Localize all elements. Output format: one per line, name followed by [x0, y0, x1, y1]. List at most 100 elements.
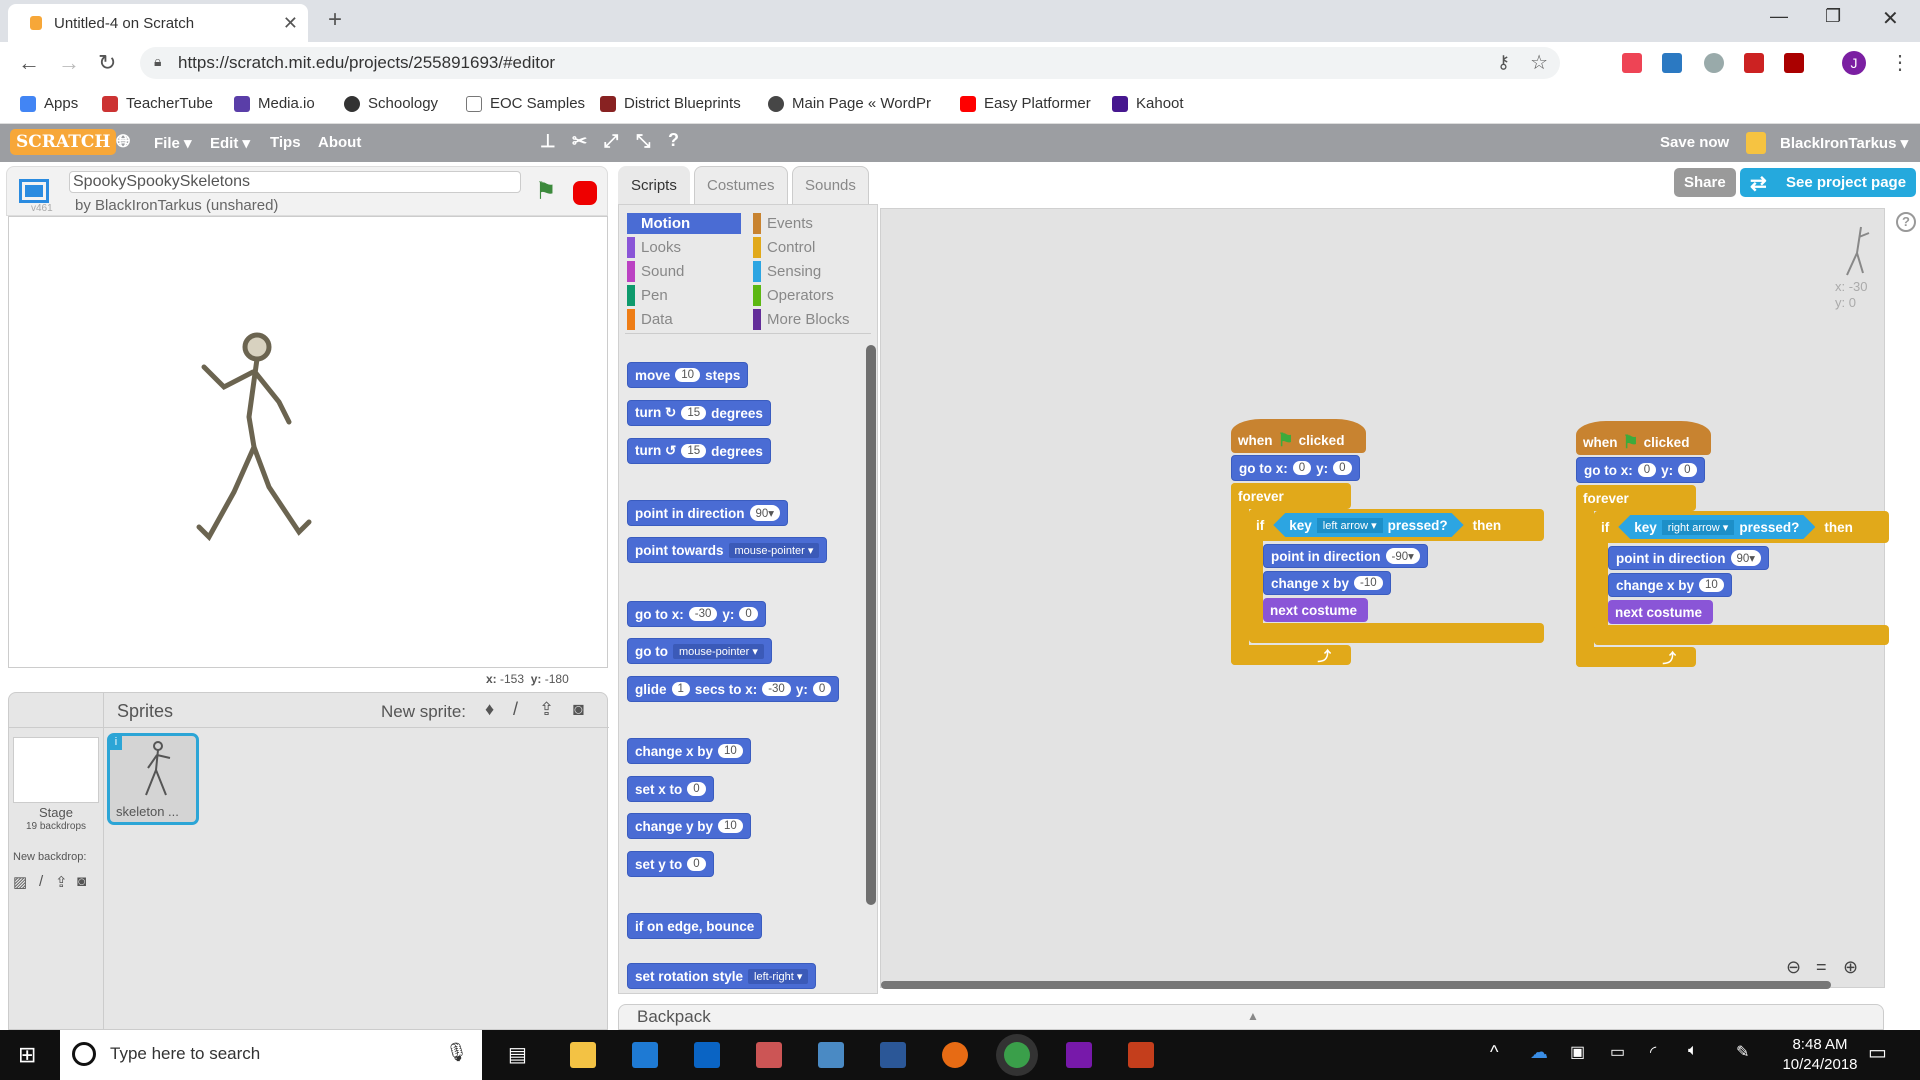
palette-block[interactable]: set y to 0 [627, 851, 714, 877]
paint-backdrop-icon[interactable]: / [39, 873, 43, 890]
category-sound[interactable]: Sound [627, 261, 741, 282]
browser-tab[interactable]: Untitled-4 on Scratch ✕ [8, 4, 308, 42]
star-icon[interactable]: ☆ [1530, 50, 1548, 75]
minimize-icon[interactable]: — [1770, 6, 1788, 27]
project-title-input[interactable]: SpookySpookySkeletons [69, 171, 521, 193]
number-input[interactable]: 0 [739, 607, 758, 621]
number-input[interactable]: 0 [1292, 461, 1312, 475]
camera-backdrop-icon[interactable]: ◙ [77, 873, 86, 890]
save-now-button[interactable]: Save now [1660, 134, 1729, 151]
app-icon[interactable] [756, 1042, 782, 1068]
battery-icon[interactable]: ▭ [1610, 1042, 1625, 1062]
bookmark-eoc-samples[interactable]: EOC Samples [466, 95, 585, 112]
change-x-block[interactable]: change x by -10 [1263, 571, 1391, 595]
when-flag-clicked-block[interactable]: when ⚑ clicked [1576, 421, 1711, 455]
backpack[interactable]: Backpack ▲ [618, 1004, 1884, 1030]
reload-icon[interactable]: ↻ [98, 50, 116, 76]
category-events[interactable]: Events [753, 213, 873, 234]
new-tab-icon[interactable]: + [328, 6, 342, 34]
number-input[interactable]: 0 [687, 857, 706, 871]
bookmark-wordpress[interactable]: Main Page « WordPr [768, 95, 931, 112]
dropdown-input[interactable]: mouse-pointer ▾ [728, 542, 820, 558]
palette-block[interactable]: turn ↻ 15 degrees [627, 400, 771, 426]
script-stack[interactable]: when ⚑ clicked go to x: 0 y: 0 forever ⤴ if key lef… [1231, 409, 1561, 669]
point-in-direction-block[interactable]: point in direction -90▾ [1263, 544, 1428, 568]
number-input[interactable]: 10 [1699, 578, 1724, 592]
url-bar[interactable]: 🔒︎ https://scratch.mit.edu/projects/2558… [140, 47, 1560, 79]
scratch-logo[interactable]: SCRATCH [10, 129, 117, 155]
close-window-icon[interactable]: ✕ [1882, 6, 1899, 31]
onenote-icon[interactable] [1066, 1042, 1092, 1068]
delete-scissors-icon[interactable]: ✂︎ [572, 131, 587, 152]
category-more-blocks[interactable]: More Blocks [753, 309, 873, 330]
task-view-icon[interactable]: ▤ [508, 1042, 527, 1067]
app-icon[interactable] [818, 1042, 844, 1068]
edge-icon[interactable] [632, 1042, 658, 1068]
palette-block[interactable]: if on edge, bounce [627, 913, 763, 939]
category-looks[interactable]: Looks [627, 237, 741, 258]
volume-icon[interactable]: 🔈︎ [1688, 1042, 1698, 1060]
number-input[interactable]: -30 [688, 607, 718, 621]
palette-scrollbar[interactable] [866, 345, 876, 905]
forever-block[interactable]: forever [1576, 485, 1696, 511]
security-icon[interactable]: ▣ [1570, 1042, 1585, 1062]
next-costume-block[interactable]: next costume [1263, 598, 1368, 622]
bookmark-kahoot[interactable]: Kahoot [1112, 95, 1184, 112]
number-input[interactable]: -10 [1354, 576, 1383, 590]
profile-avatar[interactable]: J [1842, 51, 1866, 75]
show-hidden-icons-chevron[interactable]: ^ [1490, 1042, 1498, 1063]
palette-block[interactable]: set x to 0 [627, 776, 714, 802]
change-x-block[interactable]: change x by 10 [1608, 573, 1732, 597]
skeleton-sprite[interactable] [179, 327, 379, 567]
upload-icon[interactable]: ⇪ [539, 699, 554, 720]
number-input[interactable]: 10 [718, 819, 743, 833]
number-input[interactable]: 15 [681, 406, 707, 420]
tab-costumes[interactable]: Costumes [694, 166, 788, 204]
menu-kebab-icon[interactable]: ⋮ [1890, 50, 1910, 75]
palette-block[interactable]: change x by 10 [627, 738, 751, 764]
point-in-direction-block[interactable]: point in direction 90▾ [1608, 546, 1770, 570]
language-globe-icon[interactable]: 🌐︎ [116, 131, 130, 152]
user-menu[interactable]: BlackIronTarkus ▾ [1780, 134, 1908, 152]
share-button[interactable]: Share [1674, 168, 1736, 197]
file-menu[interactable]: File ▾ [154, 134, 192, 152]
number-input[interactable]: 0 [1678, 463, 1697, 477]
zoom-out-icon[interactable]: ⊖ [1786, 957, 1801, 978]
file-explorer-icon[interactable] [570, 1042, 596, 1068]
key-pressed-block[interactable]: key right arrow ▾ pressed? [1618, 515, 1815, 539]
clock-date[interactable]: 10/24/2018 [1776, 1056, 1864, 1073]
palette-block[interactable]: move 10 steps [627, 362, 749, 388]
action-center-icon[interactable]: ▭ [1868, 1040, 1887, 1065]
category-sensing[interactable]: Sensing [753, 261, 873, 282]
presentation-mode-icon[interactable] [19, 179, 49, 203]
my-stuff-folder-icon[interactable] [1746, 132, 1766, 154]
if-then-block[interactable]: if key left arrow ▾ pressed? then [1249, 509, 1544, 541]
palette-block[interactable]: go to mouse-pointer ▾ [627, 638, 772, 664]
dropdown-input[interactable]: left-right ▾ [748, 968, 809, 984]
pen-icon[interactable]: ✎ [1736, 1042, 1749, 1062]
number-input[interactable]: -30 [762, 682, 791, 696]
close-tab-icon[interactable]: ✕ [283, 13, 298, 34]
category-motion[interactable]: Motion [627, 213, 741, 234]
outlook-icon[interactable] [694, 1042, 720, 1068]
windows-start-icon[interactable]: ⊞ [18, 1042, 36, 1068]
number-input[interactable]: 10 [675, 368, 701, 382]
zoom-reset-icon[interactable]: = [1816, 957, 1827, 978]
direction-dropdown[interactable]: -90▾ [1385, 548, 1420, 564]
script-stack[interactable]: when ⚑ clicked go to x: 0 y: 0 forever ⤴ if key rig… [1576, 411, 1906, 671]
sprite-thumbnail-skeleton[interactable]: i skeleton ... [107, 733, 199, 825]
key-icon[interactable]: ⚷ [1497, 52, 1510, 73]
number-input[interactable]: 15 [681, 444, 707, 458]
extension-icon[interactable] [1622, 53, 1642, 73]
palette-block[interactable]: change y by 10 [627, 813, 751, 839]
expand-triangle-icon[interactable]: ▲ [1247, 1009, 1259, 1023]
number-input[interactable]: 0 [687, 782, 706, 796]
duplicate-stamp-icon[interactable]: ⊥ [540, 131, 556, 152]
microphone-icon[interactable]: 🎙︎ [445, 1042, 468, 1063]
upload-backdrop-icon[interactable]: ⇪ [55, 873, 68, 891]
tab-sounds[interactable]: Sounds [792, 166, 869, 204]
go-to-xy-block[interactable]: go to x: 0 y: 0 [1576, 457, 1705, 483]
next-costume-block[interactable]: next costume [1608, 600, 1713, 624]
firefox-icon[interactable] [942, 1042, 968, 1068]
help-circle-icon[interactable]: ? [1896, 212, 1916, 232]
